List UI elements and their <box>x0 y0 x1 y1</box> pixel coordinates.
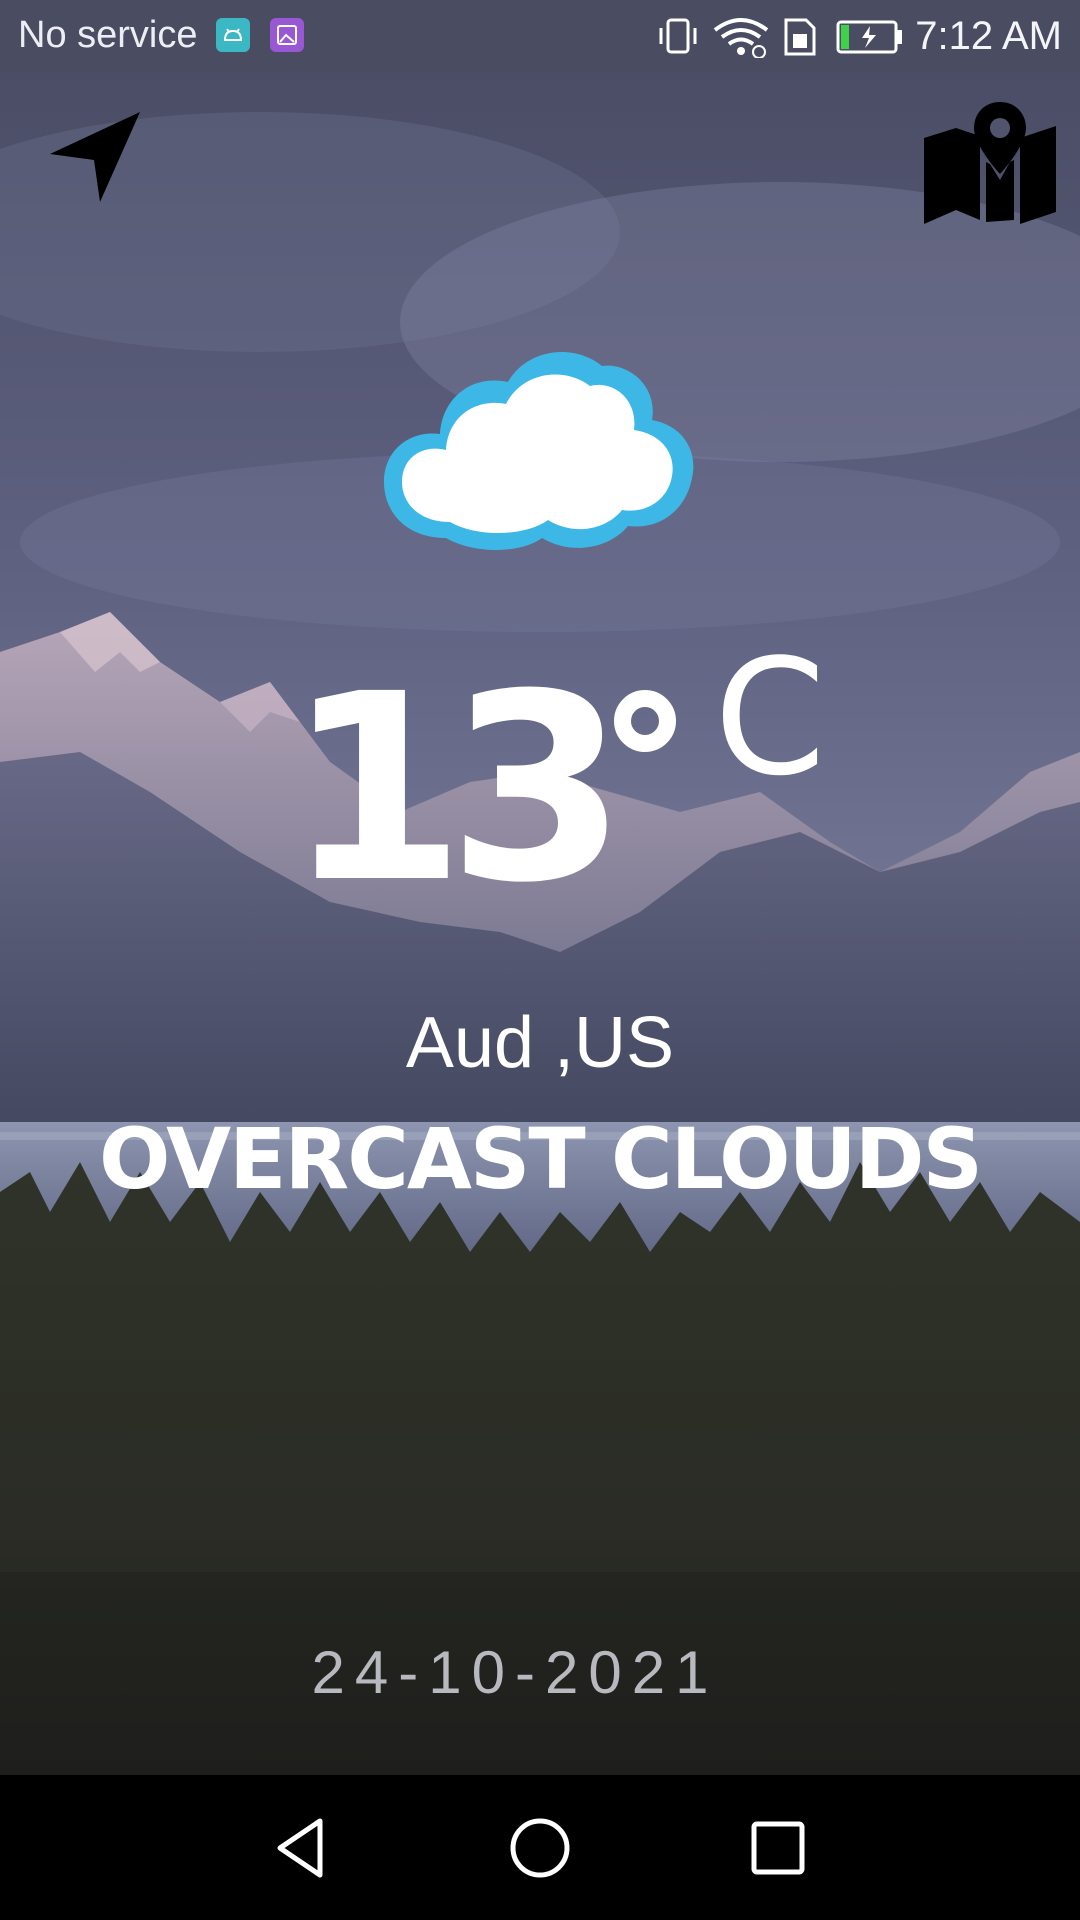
navigation-bar <box>0 1775 1080 1920</box>
gallery-notification-icon <box>270 18 304 52</box>
map-pin-icon[interactable] <box>918 100 1064 226</box>
date-label: 24-10-2021 <box>311 1639 719 1706</box>
status-time: 7:12 AM <box>915 14 1062 58</box>
temperature-display: 13 C <box>0 620 1080 950</box>
battery-charging-icon <box>836 20 904 59</box>
back-icon[interactable] <box>266 1813 336 1883</box>
status-bar: No service 7:12 AM <box>0 0 1080 72</box>
android-notification-icon <box>216 18 250 52</box>
weather-description: OVERCAST CLOUDS <box>99 1110 983 1208</box>
navigation-arrow-icon[interactable] <box>46 108 144 206</box>
temperature-value: 13 <box>286 639 627 939</box>
home-icon[interactable] <box>505 1813 575 1883</box>
recents-icon[interactable] <box>743 1813 813 1883</box>
cloud-icon <box>376 342 702 556</box>
location-label: Aud ,US <box>405 1003 675 1083</box>
temperature-unit: C <box>714 624 826 811</box>
wifi-icon <box>712 16 770 63</box>
vibrate-icon <box>656 16 700 61</box>
sim-icon <box>780 16 820 63</box>
carrier-label: No service <box>18 14 198 56</box>
degree-symbol <box>614 690 676 752</box>
